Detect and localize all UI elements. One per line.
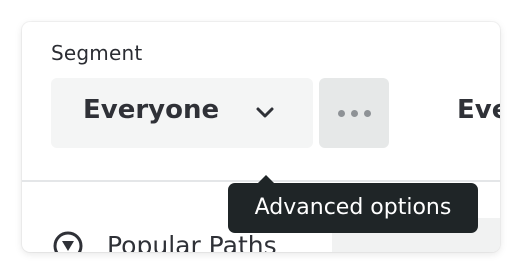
segment-dropdown[interactable]: Everyone <box>51 78 313 148</box>
chevron-down-icon <box>256 107 274 118</box>
more-horizontal-icon <box>338 110 345 117</box>
segment-selected-value: Everyone <box>83 95 220 125</box>
advanced-options-button[interactable] <box>319 78 389 148</box>
nav-item-label: Popular Paths <box>107 231 277 252</box>
adjacent-control-text[interactable]: Eve <box>457 95 500 125</box>
advanced-options-tooltip: Advanced options <box>228 183 478 233</box>
segment-label: Segment <box>51 41 143 65</box>
tooltip-arrow <box>258 175 274 183</box>
paths-icon <box>53 231 83 252</box>
